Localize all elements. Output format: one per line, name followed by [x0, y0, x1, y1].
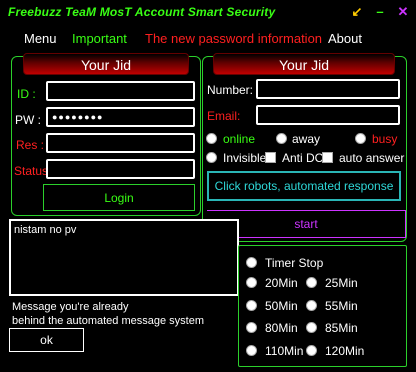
window-title: Freebuzz TeaM MosT Account Smart Securit… [8, 5, 276, 19]
timer-110-radio[interactable] [246, 345, 257, 356]
status-input[interactable] [46, 159, 195, 179]
timer-stop-radio[interactable] [246, 257, 257, 268]
message-caption-line1: Message you're already [12, 301, 129, 313]
number-label: Number: [207, 83, 254, 97]
timer-50-radio[interactable] [246, 300, 257, 311]
res-input[interactable] [46, 133, 195, 153]
email-input[interactable] [256, 105, 400, 125]
close-icon[interactable]: ✕ [395, 4, 411, 20]
timer-120-radio[interactable] [306, 345, 317, 356]
timer-85-radio[interactable] [306, 322, 317, 333]
timer-50-label: 50Min [265, 299, 298, 313]
timer-80-label: 80Min [265, 321, 298, 335]
timer-85-label: 85Min [325, 321, 358, 335]
menu-menu[interactable]: Menu [24, 31, 57, 46]
anti-dc-checkbox[interactable] [265, 152, 276, 163]
timer-20-radio[interactable] [246, 277, 257, 288]
menu-important[interactable]: Important [72, 31, 127, 46]
timer-stop-label: Timer Stop [265, 256, 324, 270]
timer-110-label: 110Min [265, 344, 304, 358]
account-panel-header: Your Jid [213, 53, 395, 75]
res-label: Res : [16, 138, 45, 152]
message-caption-line2: behind the automated message system [12, 315, 205, 327]
auto-answer-checkbox[interactable] [322, 152, 333, 163]
number-input[interactable] [256, 79, 400, 99]
anti-dc-label: Anti DC [282, 151, 324, 165]
auto-message-input[interactable]: nistam no pv [9, 219, 239, 296]
password-input[interactable]: ●●●●●●●● [46, 107, 195, 127]
busy-label: busy [372, 132, 398, 146]
timer-20-label: 20Min [265, 276, 298, 290]
robots-button[interactable]: Click robots, automated response [207, 171, 401, 201]
away-label: away [292, 132, 321, 146]
login-panel-header: Your Jid [23, 53, 189, 75]
id-input[interactable] [46, 81, 195, 101]
login-button[interactable]: Login [43, 184, 195, 211]
timer-80-radio[interactable] [246, 322, 257, 333]
invisible-label: Invisible [223, 151, 267, 165]
timer-120-label: 120Min [325, 344, 365, 358]
message-caption: Message you're already behind the automa… [12, 300, 204, 328]
online-label: online [223, 132, 256, 146]
menu-about[interactable]: About [328, 31, 362, 46]
pw-label: PW : [15, 113, 41, 127]
timer-55-radio[interactable] [306, 300, 317, 311]
email-label: Email: [207, 109, 241, 123]
minimize-icon[interactable]: ↙ [349, 4, 365, 20]
auto-answer-label: auto answer [339, 151, 405, 165]
status-label: Status [14, 164, 49, 178]
timer-25-label: 25Min [325, 276, 358, 290]
away-radio[interactable] [276, 133, 287, 144]
ok-button[interactable]: ok [9, 328, 84, 352]
menu-new-password[interactable]: The new password information [145, 31, 322, 46]
timer-55-label: 55Min [325, 299, 358, 313]
invisible-radio[interactable] [206, 152, 217, 163]
restore-icon[interactable]: – [372, 4, 388, 20]
timer-25-radio[interactable] [306, 277, 317, 288]
online-radio[interactable] [206, 133, 217, 144]
id-label: ID : [17, 87, 36, 101]
busy-radio[interactable] [355, 133, 366, 144]
